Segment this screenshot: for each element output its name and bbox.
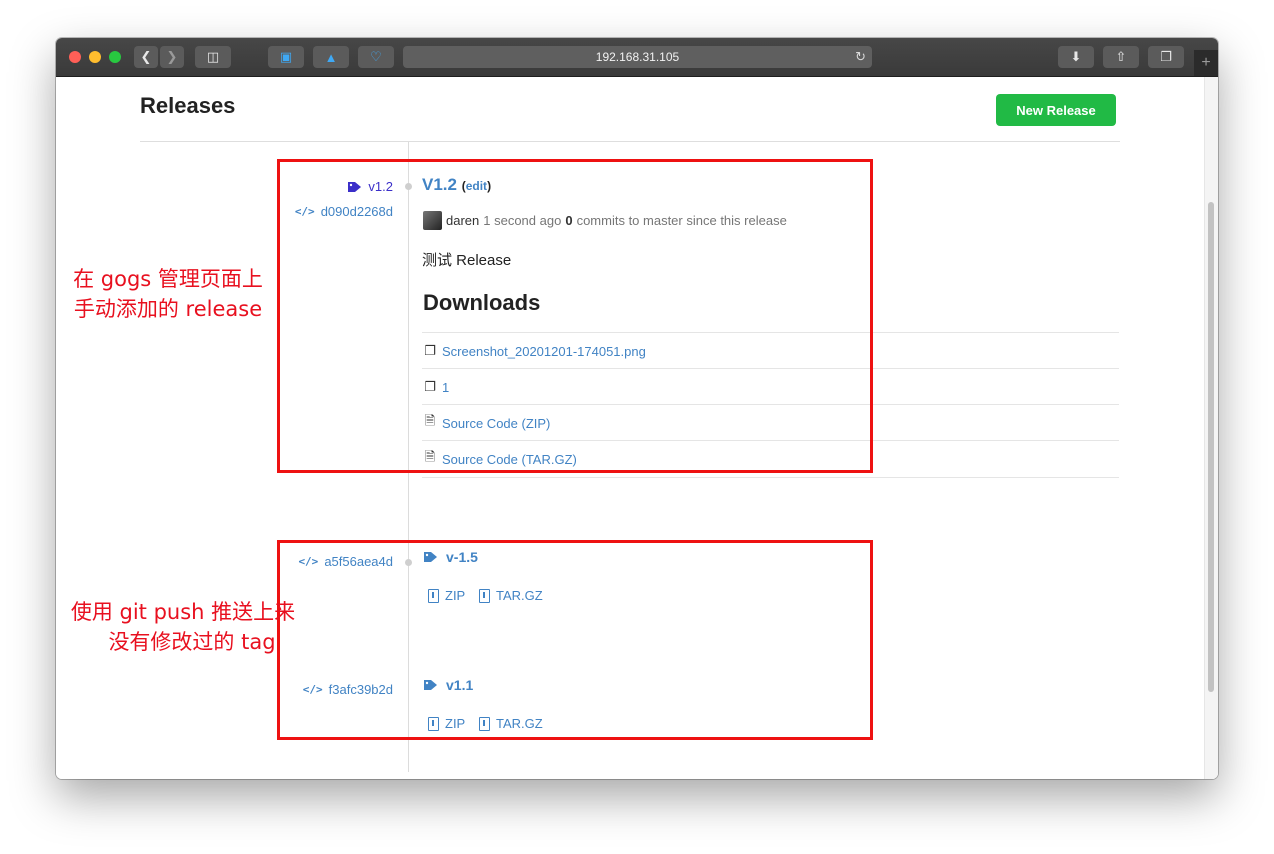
annotation-text-release: 在 gogs 管理页面上 手动添加的 release [62, 264, 274, 324]
address-text: 192.168.31.105 [595, 50, 680, 64]
bookmark-button-2[interactable]: ▲ [313, 46, 349, 68]
annotation-box-tags [277, 540, 873, 740]
heart-icon: ♡ [370, 49, 382, 64]
address-bar[interactable]: 192.168.31.105 ↻ [403, 46, 872, 68]
reload-icon[interactable]: ↻ [855, 49, 866, 65]
tabs-icon: ❐ [1160, 49, 1172, 64]
download-icon: ⬇ [1070, 49, 1082, 64]
upload-icon: ▲ [324, 49, 338, 65]
annotation-line: 手动添加的 release [73, 297, 263, 321]
tabs-button[interactable]: ❐ [1148, 46, 1184, 68]
annotation-line: 没有修改过的 tag [108, 630, 276, 654]
minimize-window-button[interactable] [89, 51, 101, 63]
back-button[interactable]: ❮ [134, 46, 158, 68]
zoom-window-button[interactable] [109, 51, 121, 63]
downloads-button[interactable]: ⬇ [1058, 46, 1094, 68]
divider [140, 141, 1120, 142]
new-tab-button[interactable]: + [1194, 50, 1218, 76]
sidebar-button[interactable]: ◫ [195, 46, 231, 68]
plus-icon: + [1201, 54, 1211, 71]
chevron-right-icon: ❯ [166, 49, 178, 64]
image-icon: ▣ [279, 49, 293, 64]
page-title: Releases [140, 93, 236, 118]
annotation-line: 在 gogs 管理页面上 [73, 267, 263, 291]
new-release-button[interactable]: New Release [996, 94, 1116, 126]
scrollbar-thumb[interactable] [1208, 202, 1214, 692]
bookmark-button-1[interactable]: ▣ [268, 46, 304, 68]
browser-toolbar: ❮ ❯ ◫ ▣ ▲ ♡ 192.168.31.105 ↻ ⬇ ⇧ ❐ + [56, 38, 1218, 77]
sidebar-icon: ◫ [206, 49, 220, 64]
annotation-box-release [277, 159, 873, 473]
share-icon: ⇧ [1115, 49, 1127, 64]
chevron-left-icon: ❮ [140, 49, 152, 64]
share-button[interactable]: ⇧ [1103, 46, 1139, 68]
close-window-button[interactable] [69, 51, 81, 63]
annotation-line: 使用 git push 推送上来 [70, 600, 296, 624]
forward-button[interactable]: ❯ [160, 46, 184, 68]
bookmark-button-3[interactable]: ♡ [358, 46, 394, 68]
annotation-text-tags: 使用 git push 推送上来 没有修改过的 tag [60, 597, 306, 657]
